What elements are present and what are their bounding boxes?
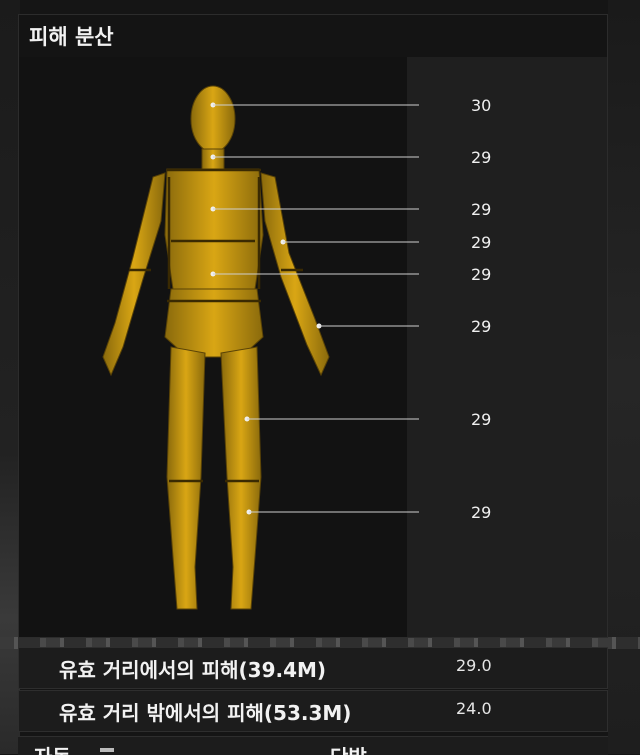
part-value-head: 30 [471, 96, 491, 115]
stat-value: 24.0 [456, 699, 492, 718]
part-value-stomach: 29 [471, 265, 491, 284]
fire-mode-single: 단발 [330, 741, 367, 755]
panel-title: 피해 분산 [29, 25, 114, 49]
panel-body: 30 29 29 29 29 29 29 29 [19, 57, 607, 637]
part-values: 30 29 29 29 29 29 29 29 [471, 96, 491, 522]
part-value-chest: 29 [471, 200, 491, 219]
part-value-thigh: 29 [471, 410, 491, 429]
fire-mode-auto: 자동 [34, 741, 71, 755]
stat-value: 29.0 [456, 656, 492, 675]
fire-mode-row: 자동 단발 [18, 736, 608, 755]
skeleton-figure [102, 85, 330, 610]
panel-header: 피해 분산 [19, 15, 607, 58]
fire-mode-icon [100, 748, 114, 752]
stat-label: 유효 거리에서의 피해(39.4M) [59, 658, 327, 682]
part-value-shin: 29 [471, 503, 491, 522]
part-value-upper-arm: 29 [471, 233, 491, 252]
stat-label: 유효 거리 밖에서의 피해(53.3M) [59, 701, 352, 725]
part-value-neck: 29 [471, 148, 491, 167]
stat-row-beyond-range: 유효 거리 밖에서의 피해(53.3M) 24.0 [18, 690, 608, 732]
body-diagram: 30 29 29 29 29 29 29 29 [102, 85, 491, 610]
damage-distribution-panel: 피해 분산 30 29 29 29 29 29 29 29 [18, 14, 608, 638]
part-value-hand: 29 [471, 317, 491, 336]
stat-row-effective-range: 유효 거리에서의 피해(39.4M) 29.0 [18, 647, 608, 689]
